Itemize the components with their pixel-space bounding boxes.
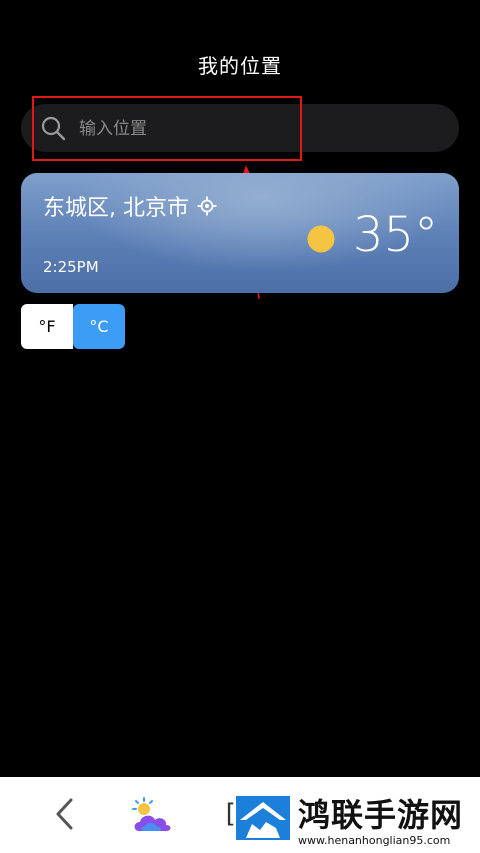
fahrenheit-button[interactable]: °F [21,304,73,349]
locate-icon [197,196,217,216]
celsius-button[interactable]: °C [73,304,125,349]
search-bar[interactable] [21,104,459,154]
search-input[interactable] [77,104,441,154]
location-card[interactable]: 东城区, 北京市 2:25PM 35° [21,173,459,293]
watermark-title: 鸿联手游网 [298,796,464,834]
unit-toggle[interactable]: °F °C [21,304,125,349]
back-chevron-icon[interactable] [52,797,78,831]
weather-app-icon[interactable] [130,797,174,835]
temperature: 35° [353,207,439,263]
watermark-url: www.henanhonglian95.com [298,834,451,847]
search-icon [41,116,66,141]
watermark-logo [236,796,290,840]
sun-icon [307,225,335,253]
city-name: 东城区, 北京市 [43,196,189,221]
local-time: 2:25PM [43,258,99,276]
page-title: 我的位置 [198,54,282,78]
